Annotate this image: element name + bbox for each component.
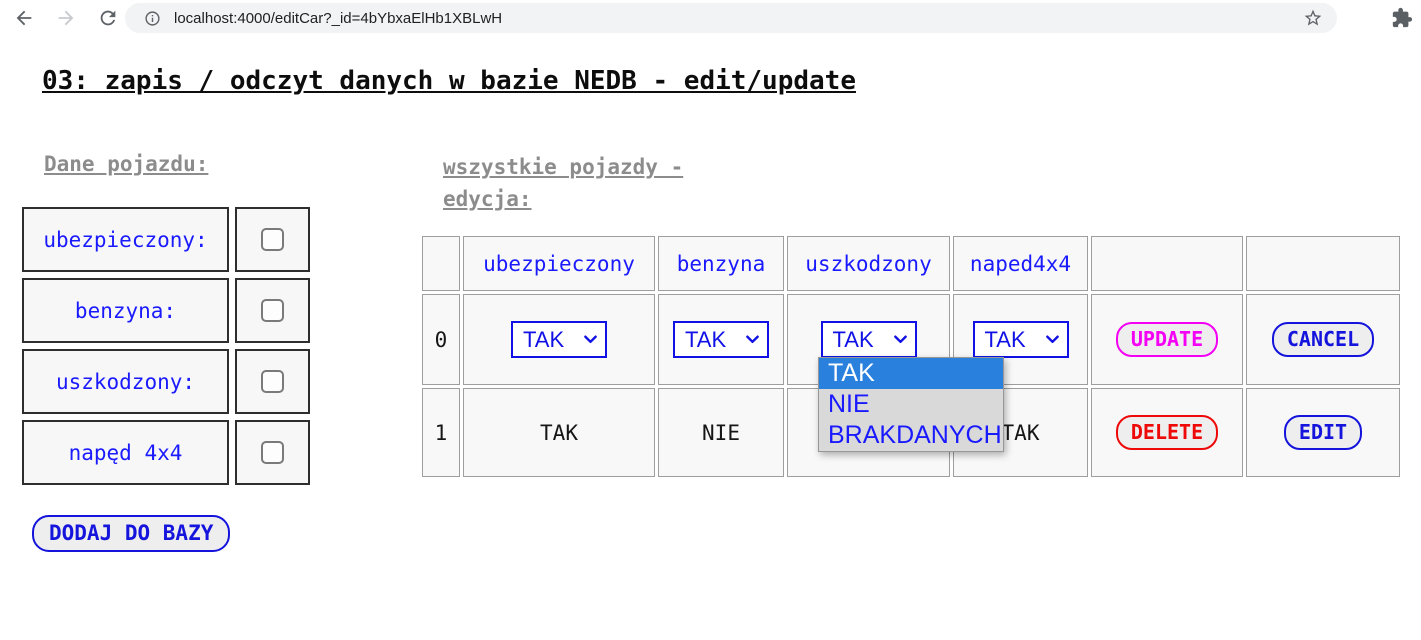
field-label: benzyna: [22, 278, 229, 343]
uszkodzony-select-popup: TAK NIE BRAKDANYCH [818, 357, 1004, 452]
form-row-benzyna: benzyna: [22, 278, 310, 343]
row-index: 0 [422, 294, 460, 385]
form-row-naped4x4: napęd 4x4 [22, 420, 310, 485]
naped4x4-checkbox[interactable] [261, 441, 284, 464]
forward-icon[interactable] [55, 7, 77, 29]
page-title: 03: zapis / odczyt danych w bazie NEDB -… [42, 66, 856, 96]
chevron-down-icon [894, 335, 907, 344]
ubezpieczony-checkbox[interactable] [261, 228, 284, 251]
field-label: ubezpieczony: [22, 207, 229, 272]
right-section-heading: wszystkie pojazdy - edycja: [443, 152, 733, 215]
page-info-icon[interactable] [144, 10, 161, 27]
edit-button[interactable]: EDIT [1284, 415, 1362, 450]
col-header-naped4x4: naped4x4 [953, 236, 1088, 291]
col-header-action1 [1091, 236, 1243, 291]
col-header-action2 [1246, 236, 1400, 291]
col-header-ubezpieczony: ubezpieczony [463, 236, 655, 291]
popup-option-brakdanych[interactable]: BRAKDANYCH [819, 420, 1003, 451]
left-section-heading: Dane pojazdu: [44, 152, 208, 176]
uszkodzony-checkbox[interactable] [261, 370, 284, 393]
col-header-uszkodzony: uszkodzony [787, 236, 950, 291]
field-label: napęd 4x4 [22, 420, 229, 485]
benzyna-checkbox[interactable] [261, 299, 284, 322]
popup-option-tak[interactable]: TAK [819, 358, 1003, 389]
col-header-benzyna: benzyna [658, 236, 784, 291]
chevron-down-icon [746, 335, 759, 344]
back-icon[interactable] [13, 7, 35, 29]
form-row-ubezpieczony: ubezpieczony: [22, 207, 310, 272]
extensions-puzzle-icon[interactable] [1391, 7, 1413, 29]
benzyna-select[interactable]: TAK [673, 321, 769, 358]
field-label: uszkodzony: [22, 349, 229, 414]
cars-header-row: ubezpieczony benzyna uszkodzony naped4x4 [422, 236, 1400, 291]
chevron-down-icon [1046, 335, 1059, 344]
browser-toolbar: localhost:4000/editCar?_id=4bYbxaElHb1XB… [0, 0, 1421, 36]
reload-icon[interactable] [97, 7, 119, 29]
disabled-extension-icon[interactable] [1351, 7, 1372, 28]
benzyna-value: NIE [658, 388, 784, 477]
url-text[interactable]: localhost:4000/editCar?_id=4bYbxaElHb1XB… [174, 10, 1303, 27]
uszkodzony-select[interactable]: TAK [821, 321, 917, 358]
popup-option-nie[interactable]: NIE [819, 389, 1003, 420]
add-to-db-button[interactable]: DODAJ DO BAZY [32, 515, 230, 552]
naped4x4-select[interactable]: TAK [973, 321, 1069, 358]
address-bar[interactable]: localhost:4000/editCar?_id=4bYbxaElHb1XB… [125, 3, 1337, 33]
row-index: 1 [422, 388, 460, 477]
ubezpieczony-select[interactable]: TAK [511, 321, 607, 358]
form-row-uszkodzony: uszkodzony: [22, 349, 310, 414]
bookmark-star-icon[interactable] [1303, 8, 1323, 28]
col-header-index [422, 236, 460, 291]
delete-button[interactable]: DELETE [1116, 415, 1218, 450]
chevron-down-icon [584, 335, 597, 344]
cancel-button[interactable]: CANCEL [1272, 322, 1374, 357]
update-button[interactable]: UPDATE [1116, 322, 1218, 357]
ubezpieczony-value: TAK [463, 388, 655, 477]
car-form-table: ubezpieczony: benzyna: uszkodzony: napęd… [16, 201, 316, 491]
